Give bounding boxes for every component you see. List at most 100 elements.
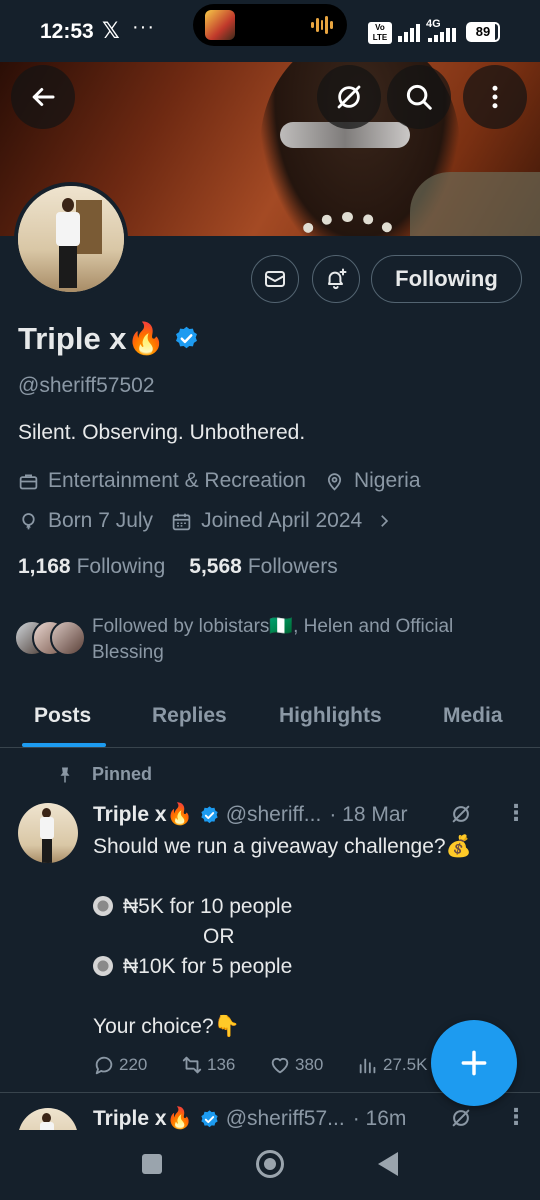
heart-icon [271, 1057, 289, 1074]
post-more-button[interactable]: ⋮ [505, 800, 527, 826]
post-timestamp[interactable]: · 16m [353, 1107, 407, 1131]
post-author-name[interactable]: Triple x🔥 [93, 803, 193, 827]
following-label: Following [76, 555, 166, 578]
reply-count: 220 [119, 1055, 148, 1074]
post-line-option: ₦5K for 10 people [93, 892, 523, 922]
post-author-handle: @sheriff... [225, 803, 322, 826]
profile-handle: @sheriff57502 [18, 374, 155, 397]
reply-button[interactable]: 220 [93, 1054, 181, 1076]
grok-icon [452, 805, 470, 823]
post-grok-button[interactable] [450, 803, 472, 830]
grok-icon [452, 1109, 470, 1127]
post-line [93, 862, 523, 892]
envelope-icon [265, 271, 285, 287]
profile-meta-row-2: Born 7 July Joined April 2024 [18, 509, 411, 533]
joined-text: Joined April 2024 [201, 509, 363, 532]
following-count-link[interactable]: 1,168 Following [18, 555, 165, 579]
category-text: Entertainment & Recreation [48, 469, 306, 492]
compose-post-button[interactable] [431, 1020, 517, 1106]
post-header: Triple x🔥 @sheriff... · 18 Mar [93, 803, 408, 827]
post-header: Triple x🔥 @sheriff57... · 16m [93, 1107, 406, 1131]
post-line: Should we run a giveaway challenge?💰 [93, 835, 472, 858]
radio-button-icon [93, 896, 113, 916]
recents-icon[interactable] [142, 1154, 162, 1174]
plus-icon [461, 1050, 487, 1076]
post-more-button[interactable]: ⋮ [505, 1104, 527, 1130]
name-row: Triple x🔥 [18, 320, 200, 357]
option-1-text: ₦5K for 10 people [123, 895, 293, 918]
battery-level: 89 [475, 24, 491, 39]
post-line-option: ₦10K for 5 people [93, 952, 523, 982]
post-text: Should we run a giveaway challenge?💰 ₦5K… [93, 832, 523, 1042]
view-count: 27.5K [383, 1055, 428, 1074]
followers-count-link[interactable]: 5,568 Followers [189, 555, 337, 579]
followed-by-avatars [14, 620, 86, 656]
system-nav-bar [0, 1130, 540, 1200]
volte-icon: Vo LTE [368, 22, 392, 44]
x-notification-icon: 𝕏 [102, 18, 120, 43]
home-circle-icon[interactable] [256, 1150, 284, 1178]
signal-icon [398, 22, 420, 42]
notifications-button[interactable] [312, 255, 360, 303]
active-tab-indicator [22, 743, 106, 747]
following-count: 1,168 [18, 555, 71, 578]
profile-meta-row-1: Entertainment & Recreation Nigeria [18, 469, 439, 493]
briefcase-icon [19, 474, 38, 489]
joined-item[interactable]: Joined April 2024 [171, 509, 393, 533]
post-line: OR [203, 925, 235, 948]
post-author-handle: @sheriff57... [225, 1107, 345, 1130]
grok-button[interactable] [317, 65, 381, 129]
status-time: 12:53 [40, 20, 94, 43]
back-triangle-icon[interactable] [378, 1152, 398, 1176]
radio-button-icon [93, 956, 113, 976]
post-avatar[interactable] [18, 803, 78, 863]
profile-avatar[interactable] [14, 182, 128, 296]
followers-count: 5,568 [189, 555, 242, 578]
pin-icon [60, 767, 70, 782]
follow-counts: 1,168 Following 5,568 Followers [18, 555, 338, 579]
birthday-text: Born 7 July [48, 509, 154, 532]
profile-bio: Silent. Observing. Unbothered. [18, 421, 306, 444]
pinned-text: Pinned [92, 764, 153, 784]
tab-highlights[interactable]: Highlights [279, 704, 382, 728]
tab-media[interactable]: Media [443, 704, 503, 728]
search-button[interactable] [387, 65, 451, 129]
verified-badge-icon [176, 326, 198, 349]
verified-badge-icon [201, 1109, 218, 1127]
more-button[interactable] [463, 65, 527, 129]
like-button[interactable]: 380 [269, 1054, 357, 1076]
dynamic-island[interactable] [193, 4, 347, 46]
search-icon [406, 84, 432, 110]
bell-plus-icon [328, 268, 347, 290]
repost-button[interactable]: 136 [181, 1054, 269, 1076]
message-button[interactable] [251, 255, 299, 303]
post-timestamp[interactable]: · 18 Mar [329, 803, 407, 827]
repost-count: 136 [207, 1055, 236, 1074]
verified-badge-icon [201, 805, 218, 823]
back-arrow-icon [32, 88, 55, 106]
battery-icon: 89 [466, 22, 500, 42]
location-pin-icon [327, 472, 342, 491]
profile-tabs: Posts Replies Highlights Media [0, 690, 540, 748]
chevron-right-icon [381, 515, 389, 527]
reply-icon [95, 1056, 113, 1075]
post-line [93, 982, 523, 1012]
back-button[interactable] [11, 65, 75, 129]
category-item: Entertainment & Recreation [18, 469, 306, 493]
tab-posts[interactable]: Posts [34, 704, 91, 728]
status-bar: 12:53 𝕏 ··· Vo LTE 4G 89 [0, 0, 540, 62]
balloon-icon [22, 512, 35, 529]
post-author-name[interactable]: Triple x🔥 [93, 1107, 193, 1131]
like-count: 380 [295, 1055, 324, 1074]
following-button[interactable]: Following [371, 255, 522, 303]
calendar-icon [172, 513, 191, 530]
follower-avatar [50, 620, 86, 656]
more-notifications-icon: ··· [132, 16, 155, 38]
post-actions: 220 136 380 27.5K [93, 1054, 445, 1076]
repost-icon [182, 1056, 202, 1074]
signal-2-icon [428, 28, 456, 42]
grok-icon [337, 85, 361, 109]
tab-replies[interactable]: Replies [152, 704, 227, 728]
followers-label: Followers [247, 555, 338, 578]
more-vertical-icon [492, 85, 498, 109]
